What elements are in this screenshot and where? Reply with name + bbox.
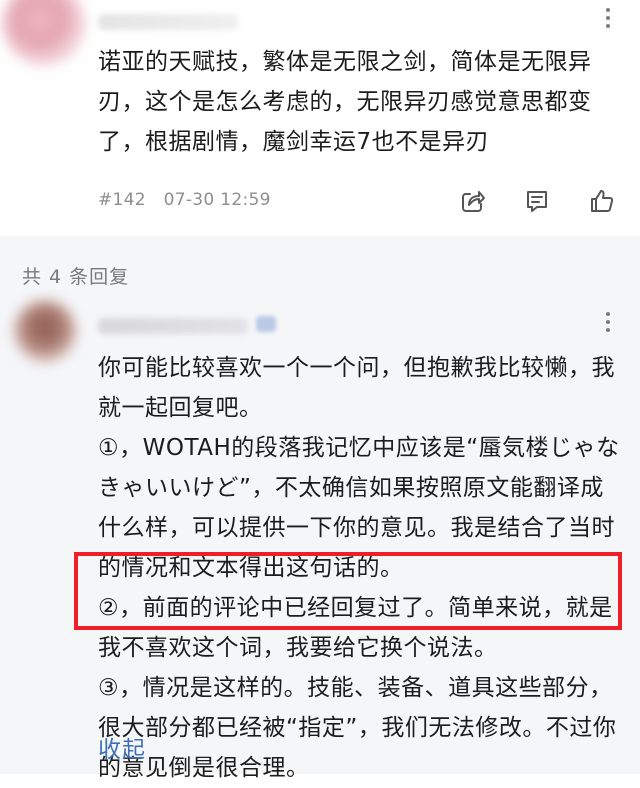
avatar[interactable] [2,0,86,66]
comment-text: 诺亚的天赋技，繁体是无限之剑，简体是无限异刃，这个是怎么考虑的，无限异刃感觉意思… [98,49,592,155]
reply-avatar[interactable] [14,300,76,362]
floor-number: #142 [98,190,146,210]
comment-card: 诺亚的天赋技，繁体是无限之剑，简体是无限异刃，这个是怎么考虑的，无限异刃感觉意思… [0,0,640,236]
user-badge-icon [256,316,276,332]
thumbs-up-icon[interactable] [589,188,615,214]
reply-paragraph-2: ②，前面的评论中已经回复过了。简单来说，就是我不喜欢这个词，我要给它换个说法。 [98,595,613,661]
reply-paragraph-1: ①，WOTAH的段落我记忆中应该是“蜃気楼じゃなきゃいいけど”，不太确信如果按照… [98,435,620,581]
more-options-icon[interactable] [604,8,612,32]
collapse-link[interactable]: 收起 [98,730,146,764]
reply-more-options-icon[interactable] [604,312,612,336]
replies-section: 共 4 条回复 你可能比较喜欢一个一个问，但抱歉我比较懒，我就一起回复吧。 ①，… [0,236,640,781]
reply-count: 共 4 条回复 [22,266,130,288]
comment-meta: #142 07-30 12:59 [98,190,271,210]
username-blurred[interactable] [98,14,238,30]
reply-username-blurred[interactable] [98,318,248,334]
comment-icon[interactable] [524,188,550,214]
timestamp: 07-30 12:59 [163,190,271,210]
reply-paragraph-intro: 你可能比较喜欢一个一个问，但抱歉我比较懒，我就一起回复吧。 [98,355,615,421]
reply-text: 你可能比较喜欢一个一个问，但抱歉我比较懒，我就一起回复吧。 ①，WOTAH的段落… [98,348,626,788]
share-icon[interactable] [460,188,486,214]
reply-paragraph-3: ③，情况是这样的。技能、装备、道具这些部分，很大部分都已经被“指定”，我们无法修… [98,675,617,781]
